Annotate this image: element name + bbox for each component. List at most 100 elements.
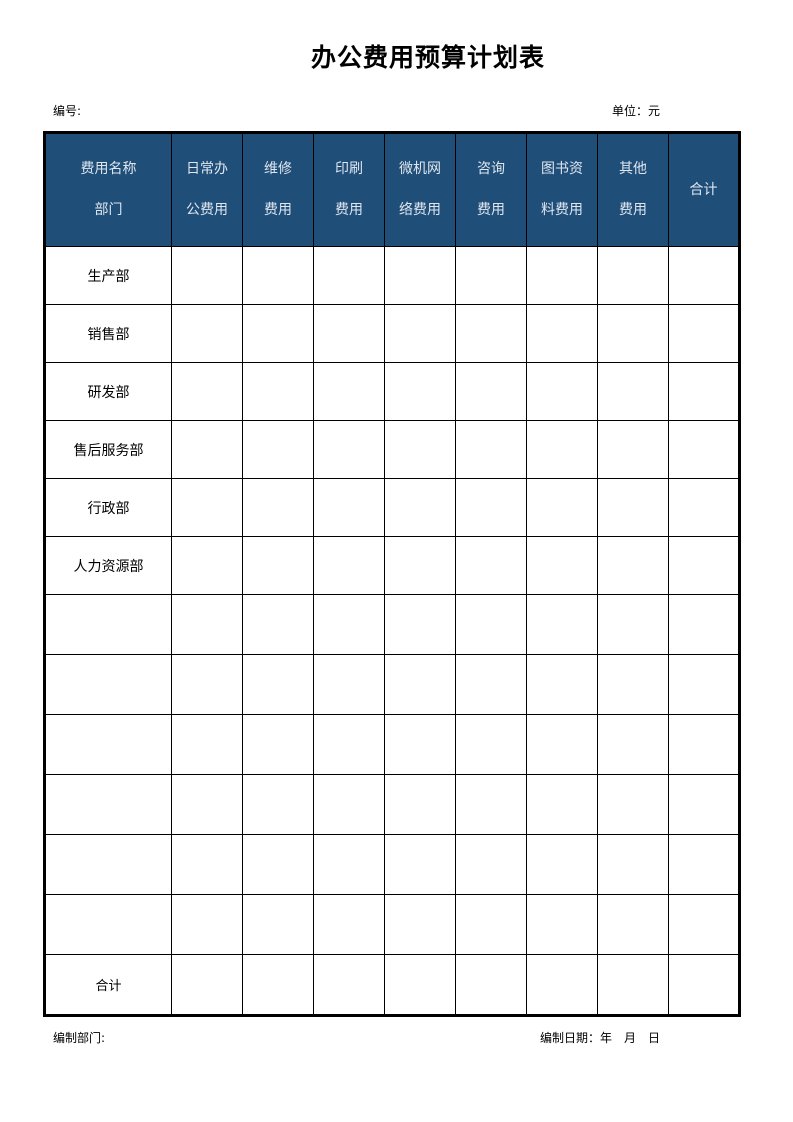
value-cell[interactable] — [668, 594, 740, 655]
department-cell[interactable] — [44, 714, 172, 775]
value-cell[interactable] — [242, 478, 314, 537]
value-cell[interactable] — [526, 420, 598, 479]
department-cell[interactable]: 研发部 — [44, 362, 172, 421]
value-cell[interactable] — [171, 246, 243, 305]
total-value-cell[interactable] — [242, 954, 314, 1016]
value-cell[interactable] — [668, 536, 740, 595]
value-cell[interactable] — [597, 594, 669, 655]
value-cell[interactable] — [526, 834, 598, 895]
value-cell[interactable] — [313, 362, 385, 421]
value-cell[interactable] — [597, 304, 669, 363]
value-cell[interactable] — [526, 594, 598, 655]
department-cell[interactable]: 人力资源部 — [44, 536, 172, 595]
value-cell[interactable] — [171, 420, 243, 479]
total-value-cell[interactable] — [171, 954, 243, 1016]
value-cell[interactable] — [242, 246, 314, 305]
total-value-cell[interactable] — [597, 954, 669, 1016]
value-cell[interactable] — [171, 894, 243, 955]
value-cell[interactable] — [455, 594, 527, 655]
value-cell[interactable] — [384, 362, 456, 421]
value-cell[interactable] — [384, 834, 456, 895]
department-cell[interactable] — [44, 834, 172, 895]
value-cell[interactable] — [242, 714, 314, 775]
value-cell[interactable] — [384, 246, 456, 305]
value-cell[interactable] — [313, 894, 385, 955]
value-cell[interactable] — [384, 894, 456, 955]
value-cell[interactable] — [384, 774, 456, 835]
value-cell[interactable] — [668, 834, 740, 895]
value-cell[interactable] — [313, 246, 385, 305]
value-cell[interactable] — [668, 362, 740, 421]
value-cell[interactable] — [668, 774, 740, 835]
value-cell[interactable] — [597, 420, 669, 479]
value-cell[interactable] — [455, 834, 527, 895]
value-cell[interactable] — [668, 420, 740, 479]
value-cell[interactable] — [171, 362, 243, 421]
value-cell[interactable] — [242, 774, 314, 835]
value-cell[interactable] — [597, 774, 669, 835]
value-cell[interactable] — [242, 834, 314, 895]
value-cell[interactable] — [668, 894, 740, 955]
value-cell[interactable] — [313, 304, 385, 363]
value-cell[interactable] — [597, 894, 669, 955]
value-cell[interactable] — [384, 594, 456, 655]
value-cell[interactable] — [526, 536, 598, 595]
value-cell[interactable] — [171, 654, 243, 715]
value-cell[interactable] — [242, 594, 314, 655]
value-cell[interactable] — [242, 894, 314, 955]
department-cell[interactable] — [44, 894, 172, 955]
value-cell[interactable] — [242, 420, 314, 479]
department-cell[interactable]: 售后服务部 — [44, 420, 172, 479]
value-cell[interactable] — [455, 774, 527, 835]
value-cell[interactable] — [171, 536, 243, 595]
value-cell[interactable] — [171, 774, 243, 835]
value-cell[interactable] — [597, 654, 669, 715]
value-cell[interactable] — [242, 536, 314, 595]
department-cell[interactable]: 销售部 — [44, 304, 172, 363]
value-cell[interactable] — [455, 246, 527, 305]
value-cell[interactable] — [313, 714, 385, 775]
value-cell[interactable] — [455, 654, 527, 715]
value-cell[interactable] — [171, 304, 243, 363]
value-cell[interactable] — [668, 478, 740, 537]
value-cell[interactable] — [313, 774, 385, 835]
value-cell[interactable] — [171, 478, 243, 537]
value-cell[interactable] — [455, 894, 527, 955]
department-cell[interactable]: 行政部 — [44, 478, 172, 537]
value-cell[interactable] — [526, 304, 598, 363]
value-cell[interactable] — [242, 654, 314, 715]
value-cell[interactable] — [455, 304, 527, 363]
value-cell[interactable] — [242, 304, 314, 363]
value-cell[interactable] — [526, 774, 598, 835]
value-cell[interactable] — [313, 594, 385, 655]
value-cell[interactable] — [526, 894, 598, 955]
value-cell[interactable] — [526, 478, 598, 537]
value-cell[interactable] — [313, 478, 385, 537]
value-cell[interactable] — [597, 246, 669, 305]
total-value-cell[interactable] — [313, 954, 385, 1016]
department-cell[interactable] — [44, 654, 172, 715]
value-cell[interactable] — [455, 478, 527, 537]
total-value-cell[interactable] — [668, 954, 740, 1016]
value-cell[interactable] — [384, 536, 456, 595]
value-cell[interactable] — [313, 654, 385, 715]
value-cell[interactable] — [526, 362, 598, 421]
value-cell[interactable] — [597, 536, 669, 595]
value-cell[interactable] — [597, 834, 669, 895]
value-cell[interactable] — [171, 714, 243, 775]
value-cell[interactable] — [455, 420, 527, 479]
value-cell[interactable] — [313, 420, 385, 479]
value-cell[interactable] — [526, 246, 598, 305]
total-value-cell[interactable] — [455, 954, 527, 1016]
department-cell[interactable]: 生产部 — [44, 246, 172, 305]
value-cell[interactable] — [455, 362, 527, 421]
value-cell[interactable] — [668, 246, 740, 305]
value-cell[interactable] — [242, 362, 314, 421]
value-cell[interactable] — [668, 304, 740, 363]
value-cell[interactable] — [597, 362, 669, 421]
value-cell[interactable] — [597, 714, 669, 775]
value-cell[interactable] — [384, 714, 456, 775]
value-cell[interactable] — [384, 654, 456, 715]
department-cell[interactable] — [44, 774, 172, 835]
value-cell[interactable] — [597, 478, 669, 537]
